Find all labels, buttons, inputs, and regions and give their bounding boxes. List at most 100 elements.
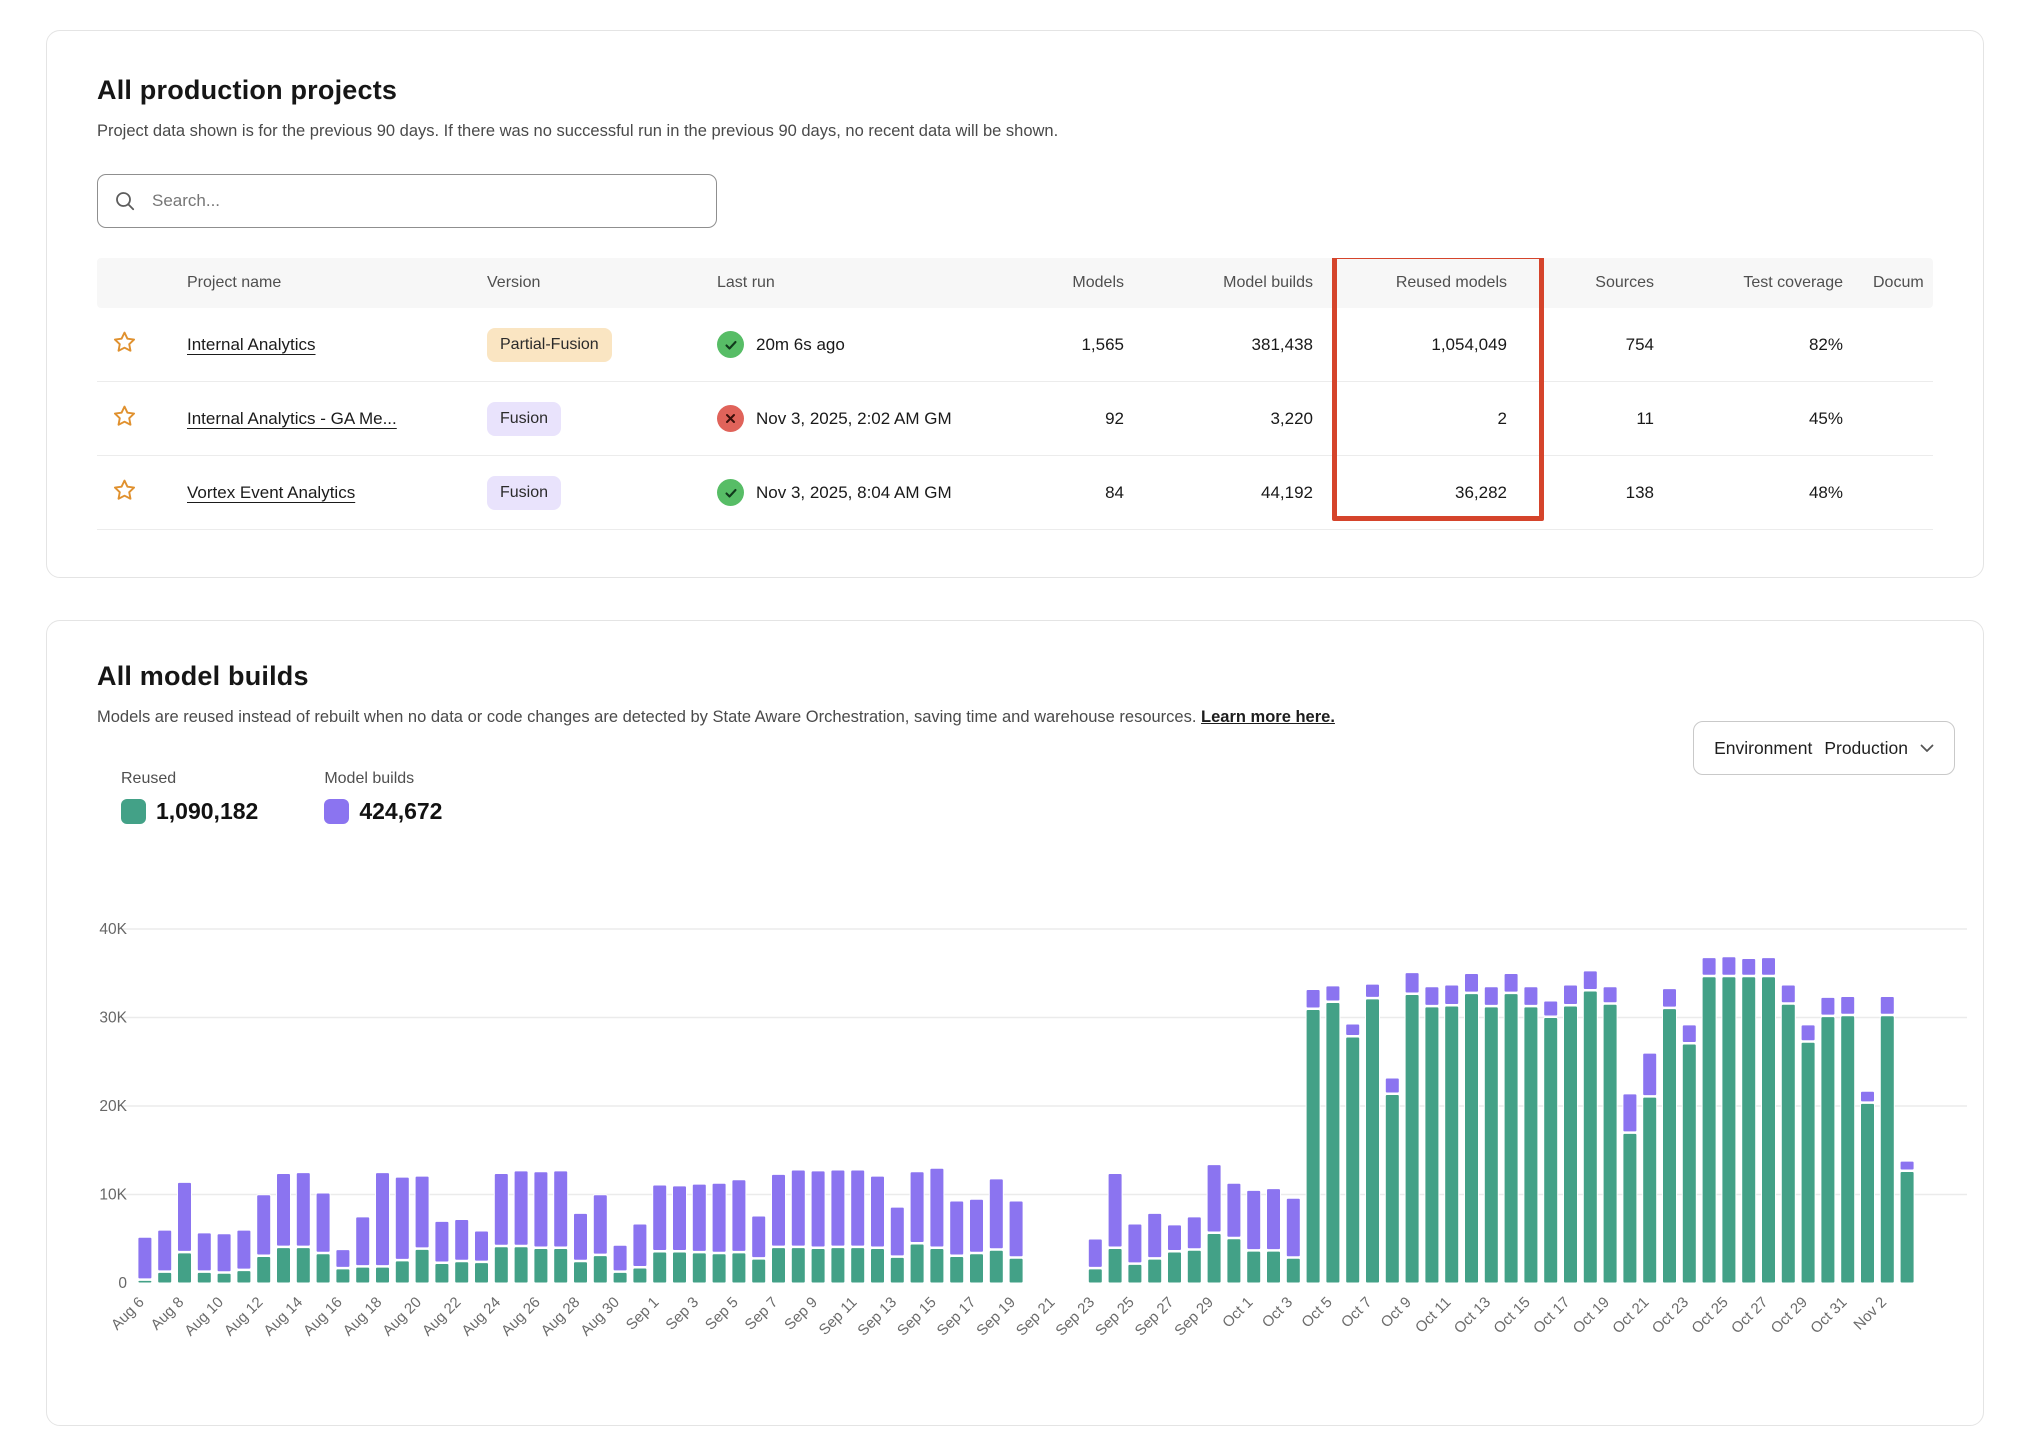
bar-reused-segment[interactable] [930,1248,944,1283]
bar-reused-segment[interactable] [415,1249,429,1283]
bar-builds-segment[interactable] [910,1172,924,1243]
project-name-link[interactable]: Internal Analytics - GA Me... [187,409,397,428]
bar-reused-segment[interactable] [1821,1017,1835,1283]
bar-builds-segment[interactable] [1900,1161,1914,1170]
bar-builds-segment[interactable] [534,1172,548,1247]
bar-reused-segment[interactable] [277,1248,291,1283]
bar-builds-segment[interactable] [1504,974,1518,993]
project-name-link[interactable]: Internal Analytics [187,335,316,354]
bar-reused-segment[interactable] [1128,1264,1142,1283]
bar-builds-segment[interactable] [415,1176,429,1248]
bar-builds-segment[interactable] [197,1233,211,1271]
bar-reused-segment[interactable] [336,1269,350,1283]
bar-reused-segment[interactable] [673,1252,687,1283]
bar-reused-segment[interactable] [851,1248,865,1283]
bar-builds-segment[interactable] [1207,1165,1221,1232]
bar-reused-segment[interactable] [435,1264,449,1283]
bar-builds-segment[interactable] [811,1171,825,1247]
learn-more-link[interactable]: Learn more here. [1201,708,1335,726]
bar-builds-segment[interactable] [712,1183,726,1252]
bar-builds-segment[interactable] [1524,987,1538,1006]
bar-reused-segment[interactable] [1861,1103,1875,1283]
bar-builds-segment[interactable] [1781,985,1795,1003]
bar-reused-segment[interactable] [475,1263,489,1283]
bar-builds-segment[interactable] [1425,987,1439,1006]
bar-builds-segment[interactable] [732,1180,746,1252]
bar-reused-segment[interactable] [890,1257,904,1283]
bar-reused-segment[interactable] [296,1248,310,1283]
bar-reused-segment[interactable] [791,1248,805,1283]
bar-builds-segment[interactable] [1108,1174,1122,1247]
bar-reused-segment[interactable] [1603,1004,1617,1283]
bar-reused-segment[interactable] [1366,999,1380,1283]
bar-builds-segment[interactable] [752,1216,766,1258]
bar-builds-segment[interactable] [851,1170,865,1246]
bar-builds-segment[interactable] [1267,1189,1281,1250]
bar-reused-segment[interactable] [1544,1018,1558,1284]
bar-builds-segment[interactable] [1583,971,1597,990]
bar-builds-segment[interactable] [1484,987,1498,1006]
bar-reused-segment[interactable] [534,1248,548,1283]
bar-reused-segment[interactable] [178,1253,192,1283]
bar-builds-segment[interactable] [1722,957,1736,976]
bar-builds-segment[interactable] [1564,985,1578,1004]
bar-reused-segment[interactable] [1009,1258,1023,1283]
bar-reused-segment[interactable] [1781,1004,1795,1283]
bar-reused-segment[interactable] [1207,1233,1221,1283]
bar-builds-segment[interactable] [158,1230,172,1271]
favorite-star-icon[interactable] [111,403,138,435]
bar-builds-segment[interactable] [1128,1224,1142,1263]
bar-reused-segment[interactable] [1326,1002,1340,1283]
bar-builds-segment[interactable] [1187,1217,1201,1249]
bar-reused-segment[interactable] [514,1247,528,1283]
bar-builds-segment[interactable] [574,1213,588,1260]
project-name-link[interactable]: Vortex Event Analytics [187,483,355,502]
bar-builds-segment[interactable] [1088,1239,1102,1267]
bar-builds-segment[interactable] [613,1245,627,1271]
bar-reused-segment[interactable] [1286,1258,1300,1283]
bar-reused-segment[interactable] [1108,1248,1122,1283]
bar-reused-segment[interactable] [554,1248,568,1283]
bar-reused-segment[interactable] [395,1261,409,1283]
bar-reused-segment[interactable] [217,1273,231,1283]
bar-reused-segment[interactable] [593,1256,607,1283]
bar-reused-segment[interactable] [1583,991,1597,1283]
bar-reused-segment[interactable] [1088,1269,1102,1283]
bar-reused-segment[interactable] [970,1254,984,1283]
bar-reused-segment[interactable] [1762,977,1776,1283]
bar-reused-segment[interactable] [1663,1009,1677,1283]
bar-builds-segment[interactable] [1385,1078,1399,1093]
bar-builds-segment[interactable] [692,1184,706,1251]
bar-reused-segment[interactable] [1504,994,1518,1283]
bar-builds-segment[interactable] [890,1207,904,1256]
favorite-star-icon[interactable] [111,477,138,509]
bar-reused-segment[interactable] [1643,1097,1657,1283]
bar-builds-segment[interactable] [1326,986,1340,1001]
bar-reused-segment[interactable] [989,1250,1003,1283]
bar-reused-segment[interactable] [1722,977,1736,1283]
bar-reused-segment[interactable] [653,1252,667,1283]
bar-reused-segment[interactable] [1564,1006,1578,1283]
bar-builds-segment[interactable] [970,1199,984,1252]
bar-reused-segment[interactable] [158,1272,172,1283]
bar-reused-segment[interactable] [257,1256,271,1283]
bar-reused-segment[interactable] [376,1267,390,1283]
bar-reused-segment[interactable] [950,1256,964,1283]
bar-reused-segment[interactable] [1742,977,1756,1283]
bar-reused-segment[interactable] [752,1259,766,1283]
bar-reused-segment[interactable] [811,1248,825,1283]
bar-builds-segment[interactable] [1346,1024,1360,1036]
bar-builds-segment[interactable] [475,1231,489,1261]
bar-reused-segment[interactable] [1168,1252,1182,1283]
bar-reused-segment[interactable] [494,1247,508,1283]
bar-builds-segment[interactable] [455,1220,469,1261]
bar-builds-segment[interactable] [554,1171,568,1247]
bar-builds-segment[interactable] [435,1221,449,1262]
bar-builds-segment[interactable] [494,1174,508,1246]
bar-reused-segment[interactable] [1484,1007,1498,1283]
bar-builds-segment[interactable] [1465,974,1479,993]
bar-builds-segment[interactable] [336,1250,350,1268]
bar-reused-segment[interactable] [1801,1042,1815,1283]
bar-builds-segment[interactable] [1742,958,1756,975]
bar-reused-segment[interactable] [1346,1037,1360,1283]
